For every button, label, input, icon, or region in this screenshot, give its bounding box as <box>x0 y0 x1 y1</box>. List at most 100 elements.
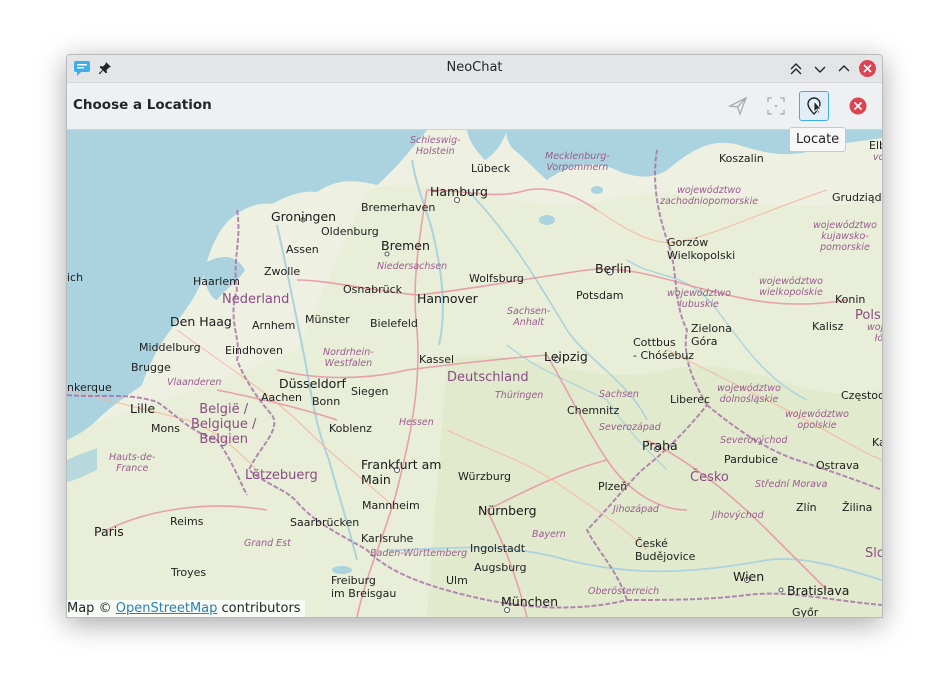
map-label: Střední Morava <box>755 479 828 490</box>
map-label: Eindhoven <box>225 344 283 357</box>
map-label: Münster <box>305 313 350 326</box>
map-label: Bayern <box>532 529 566 540</box>
map-label: Žilina <box>842 501 873 514</box>
map-label: Hamburg <box>430 184 488 199</box>
map-label: Kalisz <box>812 320 844 333</box>
map-label: Severozápad <box>599 422 661 433</box>
map-label: Deutschland <box>447 370 529 385</box>
map-label: Paris <box>94 524 124 539</box>
map-label: Grudziądz <box>832 191 882 204</box>
map-label: Aachen <box>261 391 303 404</box>
map-label: Potsdam <box>576 289 624 302</box>
chevron-up-icon <box>838 64 849 71</box>
title-bar[interactable]: NeoChat <box>67 55 882 83</box>
map-label: Middelburg <box>139 341 201 354</box>
fit-view-button[interactable] <box>761 91 791 121</box>
map-label: Leipzig <box>544 349 588 364</box>
map-label: Augsburg <box>474 561 527 574</box>
map-label: Nordrhein- Westfalen <box>323 347 374 369</box>
map-label: Haarlem <box>193 275 240 288</box>
map-label: vo <box>873 152 882 163</box>
map-label: Oberösterreich <box>588 586 660 597</box>
locate-icon <box>807 97 822 115</box>
map-label: Frankfurt am Main <box>361 457 442 487</box>
location-toolbar: Choose a Location <box>67 83 882 130</box>
map-label: Düsseldorf <box>279 376 346 391</box>
openstreetmap-link[interactable]: OpenStreetMap <box>116 601 218 616</box>
double-chevron-up-icon <box>790 62 801 74</box>
map-label: Karlsruhe <box>361 532 414 545</box>
close-icon <box>849 97 867 115</box>
close-icon <box>859 60 876 77</box>
map-label: Mecklenburg- Vorpommern <box>545 151 610 173</box>
map-label: Koblenz <box>329 422 372 435</box>
map-label: Jihovýchod <box>712 510 764 521</box>
chevron-down-icon <box>814 66 825 73</box>
map-label: Schleswig- Holstein <box>410 135 461 157</box>
map-label: województwo opolskie <box>785 409 849 431</box>
map-label: wojewłód <box>867 322 882 344</box>
map-label: Česko <box>690 470 729 485</box>
map-label: Baden-Württemberg <box>370 548 468 559</box>
map-view[interactable]: Hamburg Lübeck Bremerhaven Groningen Oldenbu… <box>67 130 882 617</box>
map-label: województwo lubuskie <box>667 288 731 310</box>
attribution-suffix: contributors <box>221 601 301 616</box>
map-label: Ostrava <box>816 459 860 472</box>
map-label: Koszalin <box>719 152 764 165</box>
map-label: Nürnberg <box>478 503 537 518</box>
map-label: Vlaanderen <box>167 377 222 388</box>
map-label: Den Haag <box>170 314 232 329</box>
map-label: Wien <box>733 569 765 584</box>
locate-tooltip: Locate <box>789 127 847 152</box>
map-label: nkerque <box>67 381 112 394</box>
map-label: województwo kujawsko-pomorskie <box>813 220 877 253</box>
keep-above-button[interactable] <box>786 59 805 78</box>
map-label: Sachsen- Anhalt <box>507 306 551 328</box>
map-label: Ingolstadt <box>470 542 526 555</box>
map-label: Reims <box>170 515 204 528</box>
send-icon <box>728 96 748 116</box>
close-window-button[interactable] <box>858 59 877 78</box>
map-label: Würzburg <box>458 470 512 483</box>
map-label: Hannover <box>417 291 478 306</box>
minimize-button[interactable] <box>810 59 829 78</box>
map-label: Troyes <box>171 566 207 579</box>
map-label: Brugge <box>131 361 171 374</box>
map-label: Ulm <box>446 574 468 587</box>
map-label: Częstoch <box>841 389 882 402</box>
map-label: Mons <box>151 422 180 435</box>
map-label: Liberec <box>670 393 711 406</box>
map-label: München <box>501 594 559 609</box>
attribution-prefix: Map © <box>67 601 112 616</box>
map-label: Mannheim <box>362 499 420 512</box>
map-label: Nederland <box>222 292 290 307</box>
map-label: Berlin <box>595 261 632 276</box>
map-label: Lëtzebuerg <box>245 468 318 483</box>
map-label: Bonn <box>312 395 341 408</box>
map-label: Siegen <box>351 385 389 398</box>
map-label: Sachsen <box>599 389 639 400</box>
maximize-button[interactable] <box>834 59 853 78</box>
locate-button[interactable] <box>799 91 829 121</box>
page-title: Choose a Location <box>73 97 212 113</box>
map-label: Oldenburg <box>321 225 379 238</box>
map-label: Elb <box>869 139 882 152</box>
map-label: Assen <box>286 243 319 256</box>
map-label: województwo dolnośląskie <box>717 383 781 405</box>
map-label: Freiburg im Breisgau <box>331 574 397 600</box>
send-location-button[interactable] <box>723 91 753 121</box>
map-label: Hauts-de- France <box>109 452 156 474</box>
map-label: České Budějovice <box>635 537 696 563</box>
map-label: Plzeň <box>598 480 628 493</box>
cancel-button[interactable] <box>843 91 873 121</box>
window-title: NeoChat <box>446 60 503 75</box>
map-label: Bielefeld <box>370 317 418 330</box>
map-label: Bremen <box>381 238 430 253</box>
map-label: Cottbus - Chóśebuz <box>633 336 695 362</box>
map-label: Pols <box>855 308 881 323</box>
map-label: Lille <box>130 401 156 416</box>
map-label: Gorzów Wielkopolski <box>667 236 736 262</box>
map-label: Chemnitz <box>567 404 620 417</box>
map-label: Thüringen <box>495 390 544 401</box>
map-label: Jihozápad <box>613 504 659 515</box>
